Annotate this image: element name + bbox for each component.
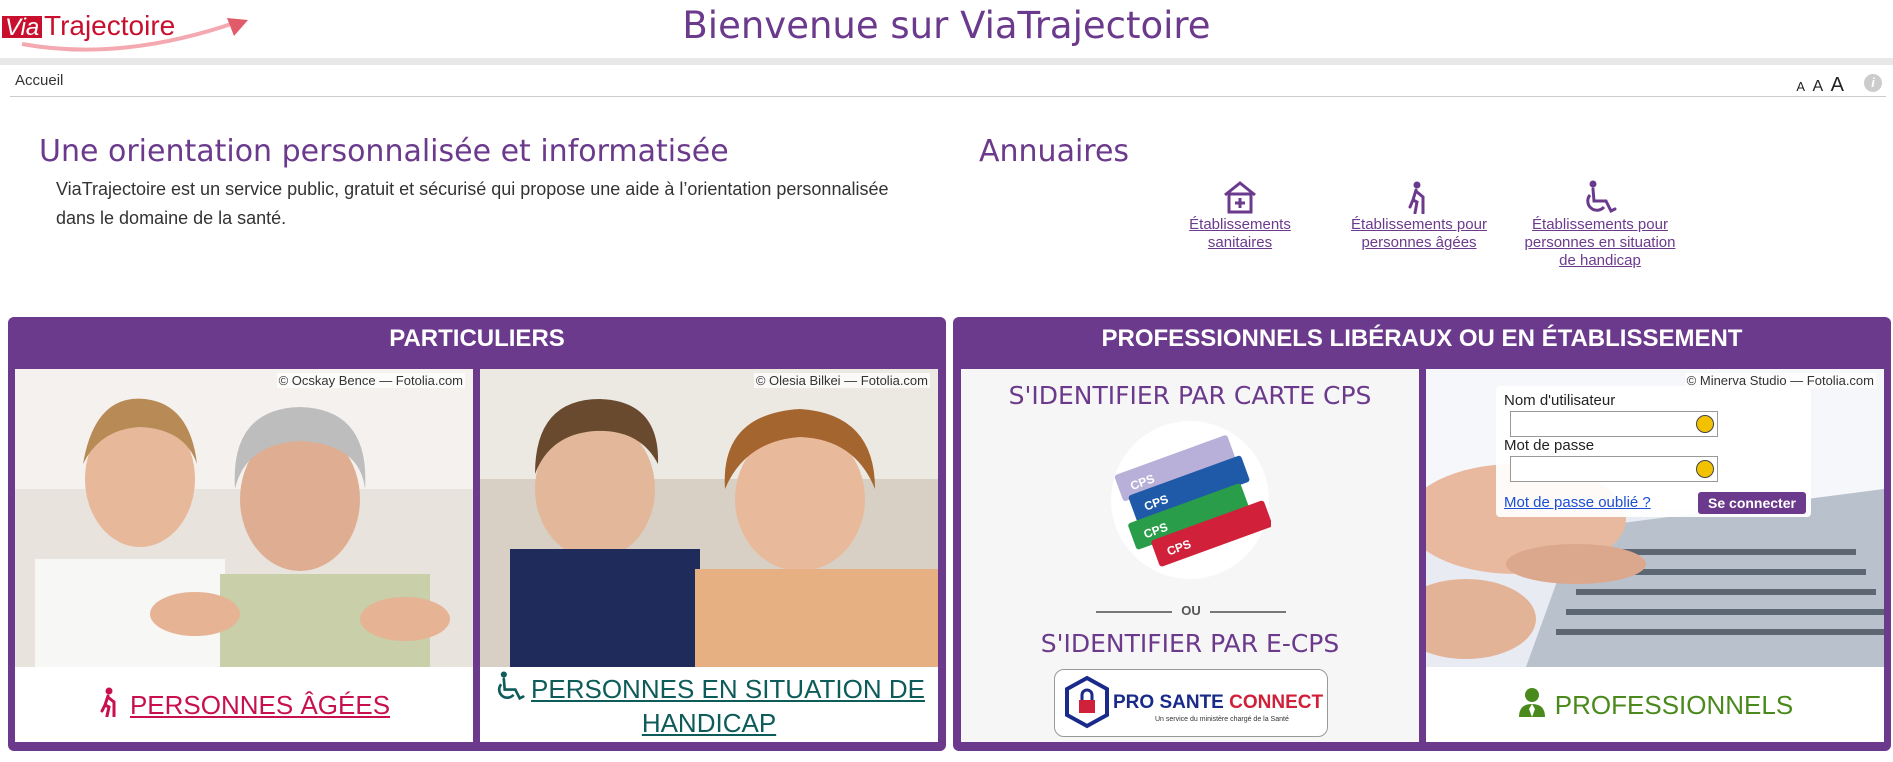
login-button[interactable]: Se connecter	[1698, 492, 1806, 514]
elderly-person-icon	[100, 687, 116, 718]
psc-subtitle: Un service du ministère chargé de la San…	[1155, 716, 1289, 723]
card-cps-identification: S'IDENTIFIER PAR CARTE CPS CPS CPS CPS C…	[961, 369, 1419, 742]
card-personnes-agees[interactable]: © Ocskay Bence — Fotolia.com PERSONNES Â…	[15, 369, 473, 742]
directory-sanitaires[interactable]: Établissements sanitaires	[1155, 180, 1325, 252]
card-handicap[interactable]: © Olesia Bilkei — Fotolia.com PERSONNES …	[480, 369, 938, 742]
particuliers-title: PARTICULIERS	[389, 325, 565, 352]
hospital-icon	[1224, 181, 1256, 214]
page-title: Bienvenue sur ViaTrajectoire	[682, 4, 1211, 47]
pro-sante-connect-button[interactable]: PRO SANTE CONNECT Un service du ministèr…	[1054, 669, 1328, 737]
ecps-title: S'IDENTIFIER PAR E-CPS	[1040, 629, 1340, 658]
password-manager-icon[interactable]	[1696, 415, 1714, 433]
header: Via Trajectoire Bienvenue sur ViaTraject…	[0, 0, 1893, 65]
username-label: Nom d'utilisateur	[1504, 392, 1616, 409]
professionnels-link[interactable]: PROFESSIONNELS	[1555, 690, 1793, 720]
font-size-controls: A A A	[1793, 74, 1844, 97]
user-icon	[1518, 688, 1545, 717]
font-size-small-button[interactable]: A	[1796, 79, 1805, 94]
password-field[interactable]	[1510, 456, 1718, 482]
intro-title: Une orientation personnalisée et informa…	[39, 134, 729, 169]
photo-credit: © Olesia Bilkei — Fotolia.com	[753, 373, 930, 388]
annuaires-title: Annuaires	[979, 134, 1130, 169]
professionnels-link-row[interactable]: PROFESSIONNELS	[1426, 687, 1884, 722]
directory-personnes-agees-link[interactable]: Établissements pour personnes âgées	[1351, 216, 1487, 251]
personnes-agees-link-row[interactable]: PERSONNES ÂGÉES	[15, 687, 473, 722]
handicap-link[interactable]: PERSONNES EN SITUATION DE HANDICAP	[531, 674, 925, 738]
info-icon[interactable]: i	[1864, 74, 1882, 92]
directory-handicap[interactable]: Établissements pour personnes en situati…	[1515, 180, 1685, 270]
username-field[interactable]	[1510, 411, 1718, 437]
professionnels-title: PROFESSIONNELS LIBÉRAUX OU EN ÉTABLISSEM…	[1101, 325, 1743, 352]
font-size-medium-button[interactable]: A	[1813, 78, 1824, 95]
directory-sanitaires-link[interactable]: Établissements sanitaires	[1189, 216, 1291, 251]
card-professionnels-login: © Minerva Studio — Fotolia.com Nom d'uti…	[1426, 369, 1884, 742]
intro-text: ViaTrajectoire est un service public, gr…	[56, 179, 889, 228]
directory-personnes-agees[interactable]: Établissements pour personnes âgées	[1334, 180, 1504, 252]
photo-elderly-women: © Ocskay Bence — Fotolia.com	[15, 369, 473, 667]
handicap-link-row[interactable]: PERSONNES EN SITUATION DE HANDICAP	[480, 671, 938, 740]
photo-caregiver-disabled-man: © Olesia Bilkei — Fotolia.com	[480, 369, 938, 667]
navigation-bar: Accueil A A A i	[10, 68, 1886, 97]
wheelchair-icon	[498, 671, 525, 701]
font-size-large-button[interactable]: A	[1831, 74, 1844, 96]
separator-ou: OU	[1096, 603, 1286, 618]
directory-handicap-link[interactable]: Établissements pour personnes en situati…	[1525, 216, 1676, 269]
wheelchair-icon	[1586, 180, 1617, 214]
psc-logo-text: PRO SANTE CONNECT	[1113, 692, 1323, 713]
password-manager-icon[interactable]	[1696, 460, 1714, 478]
cps-title: S'IDENTIFIER PAR CARTE CPS	[1008, 381, 1372, 410]
forgot-password-link[interactable]: Mot de passe oublié ?	[1504, 494, 1651, 511]
password-label: Mot de passe	[1504, 437, 1595, 454]
login-form: Nom d'utilisateur Mot de passe Mot de pa…	[1496, 386, 1811, 517]
personnes-agees-link[interactable]: PERSONNES ÂGÉES	[130, 690, 390, 720]
cps-card-image[interactable]: CPS CPS CPS CPS	[1109, 419, 1271, 581]
breadcrumb[interactable]: Accueil	[15, 72, 63, 89]
elderly-person-icon	[1408, 181, 1425, 214]
photo-credit: © Ocskay Bence — Fotolia.com	[276, 373, 465, 388]
